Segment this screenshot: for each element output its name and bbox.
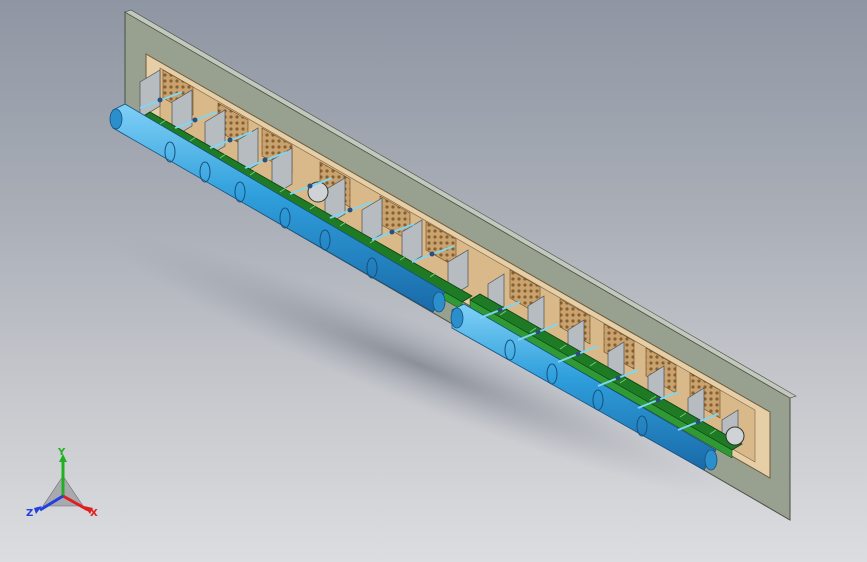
model-scene[interactable] (0, 0, 867, 562)
pipe-end-cap (704, 449, 718, 471)
triad-graphic: Y X Z (26, 447, 98, 519)
pipe-end-cap (450, 307, 464, 329)
z-axis-label: Z (26, 508, 33, 519)
coordinate-triad[interactable]: Y X Z (18, 447, 108, 528)
3d-viewport[interactable]: Y X Z (0, 0, 867, 562)
drive-wheel[interactable] (725, 426, 745, 446)
pipe-end-cap (109, 108, 123, 130)
y-axis-label: Y (57, 448, 66, 458)
pipe-end-cap (432, 291, 446, 313)
x-axis-label: X (90, 508, 98, 519)
